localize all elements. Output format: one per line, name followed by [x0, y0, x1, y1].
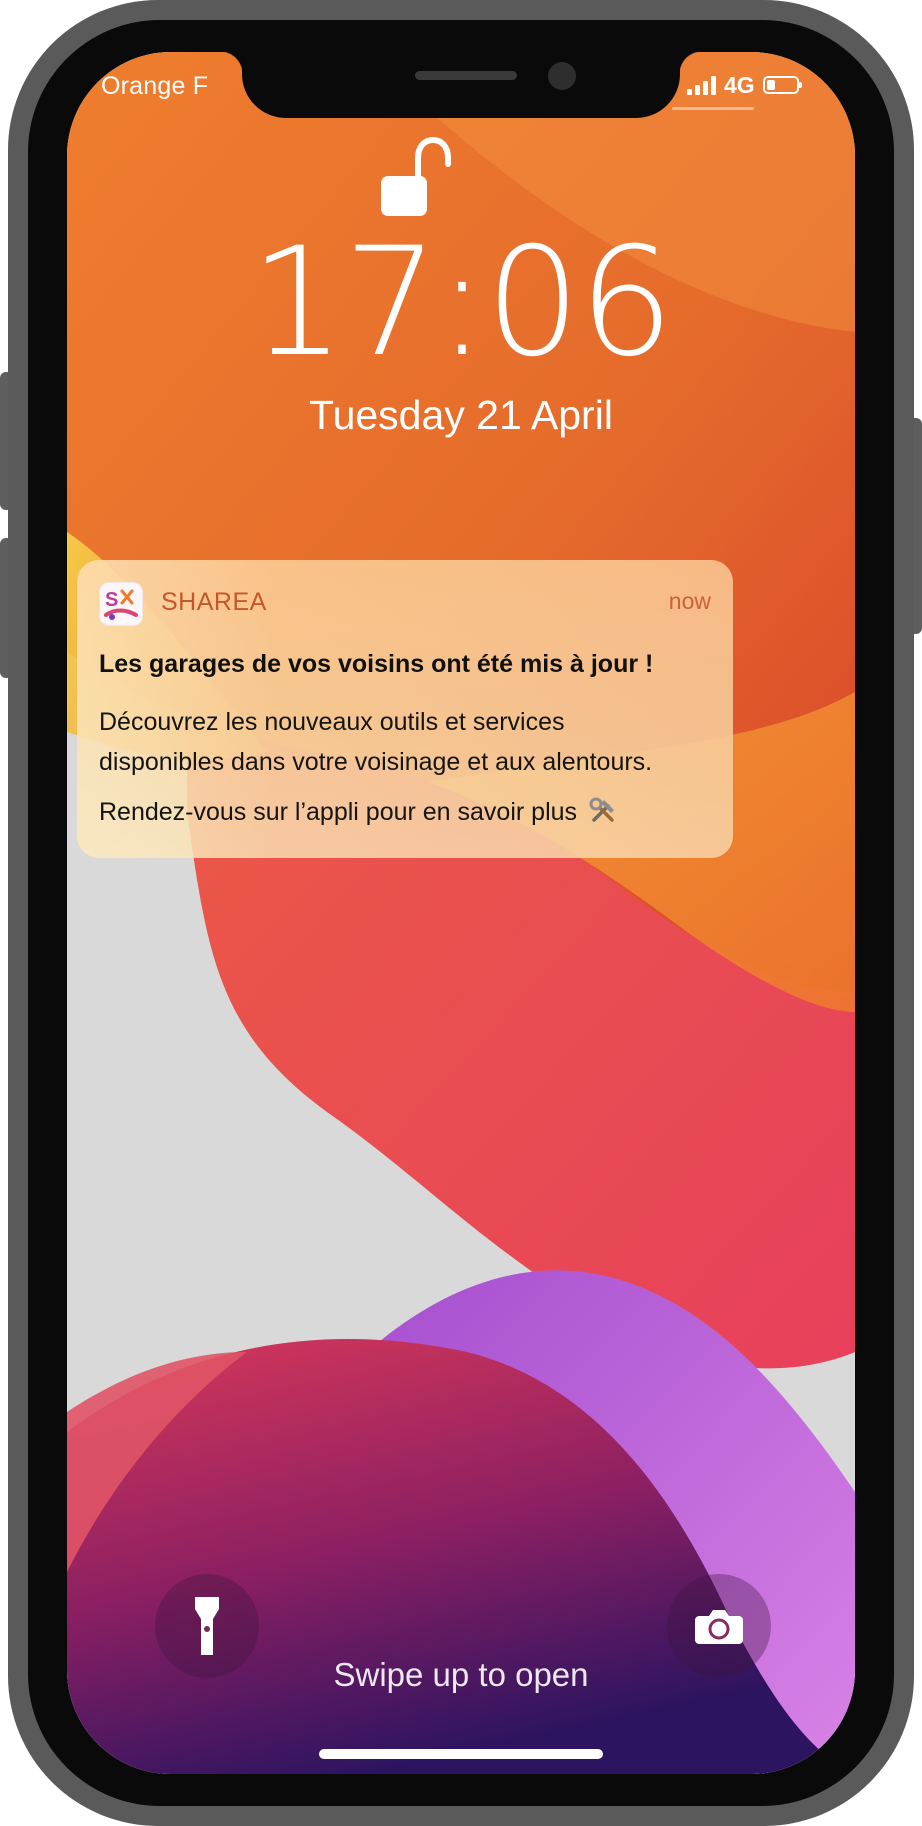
lock-screen[interactable]: Orange F 4G 17:06 Tuesday 21 April S SHA… [67, 52, 855, 1774]
hammer-and-wrench-icon [589, 797, 614, 822]
front-camera [548, 62, 576, 90]
sharea-app-icon: S [99, 582, 143, 626]
unlocked-padlock-icon [381, 136, 451, 216]
flashlight-icon [195, 1597, 219, 1655]
carrier-label: Orange F [101, 72, 209, 100]
notification-cta: Rendez-vous sur l’appli pour en savoir p… [99, 796, 618, 827]
swipe-up-hint: Swipe up to open [333, 1656, 589, 1693]
notification-body-line: disponibles dans votre voisinage et aux … [99, 748, 653, 776]
svg-text:S: S [105, 589, 118, 611]
clock-date: Tuesday 21 April [309, 392, 613, 438]
earpiece-speaker [415, 71, 517, 80]
home-indicator[interactable] [319, 1749, 603, 1759]
network-type-label: 4G [724, 71, 755, 98]
status-indicators: 4G [687, 70, 802, 100]
notification-body: Découvrez les nouveaux outils et service… [99, 702, 719, 782]
notification-timestamp: now [668, 588, 711, 614]
notch [220, 52, 702, 118]
notification-app-name: SHAREA [161, 588, 267, 616]
signal-icon [687, 75, 716, 95]
notification-cta-text: Rendez-vous sur l’appli pour en savoir p… [99, 798, 578, 826]
clock-time: 17:06 [249, 216, 674, 390]
camera-icon [695, 1610, 743, 1644]
control-center-indicator[interactable] [672, 107, 754, 110]
battery-icon [762, 76, 802, 94]
notification-body-line: Découvrez les nouveaux outils et service… [99, 708, 565, 736]
notification-card[interactable]: S SHAREA now Les garages de vos voisins … [77, 560, 733, 858]
battery-level-fill [766, 80, 775, 90]
notification-title: Les garages de vos voisins ont été mis à… [99, 650, 654, 678]
device-canvas: Orange F 4G 17:06 Tuesday 21 April S SHA… [0, 0, 922, 1826]
